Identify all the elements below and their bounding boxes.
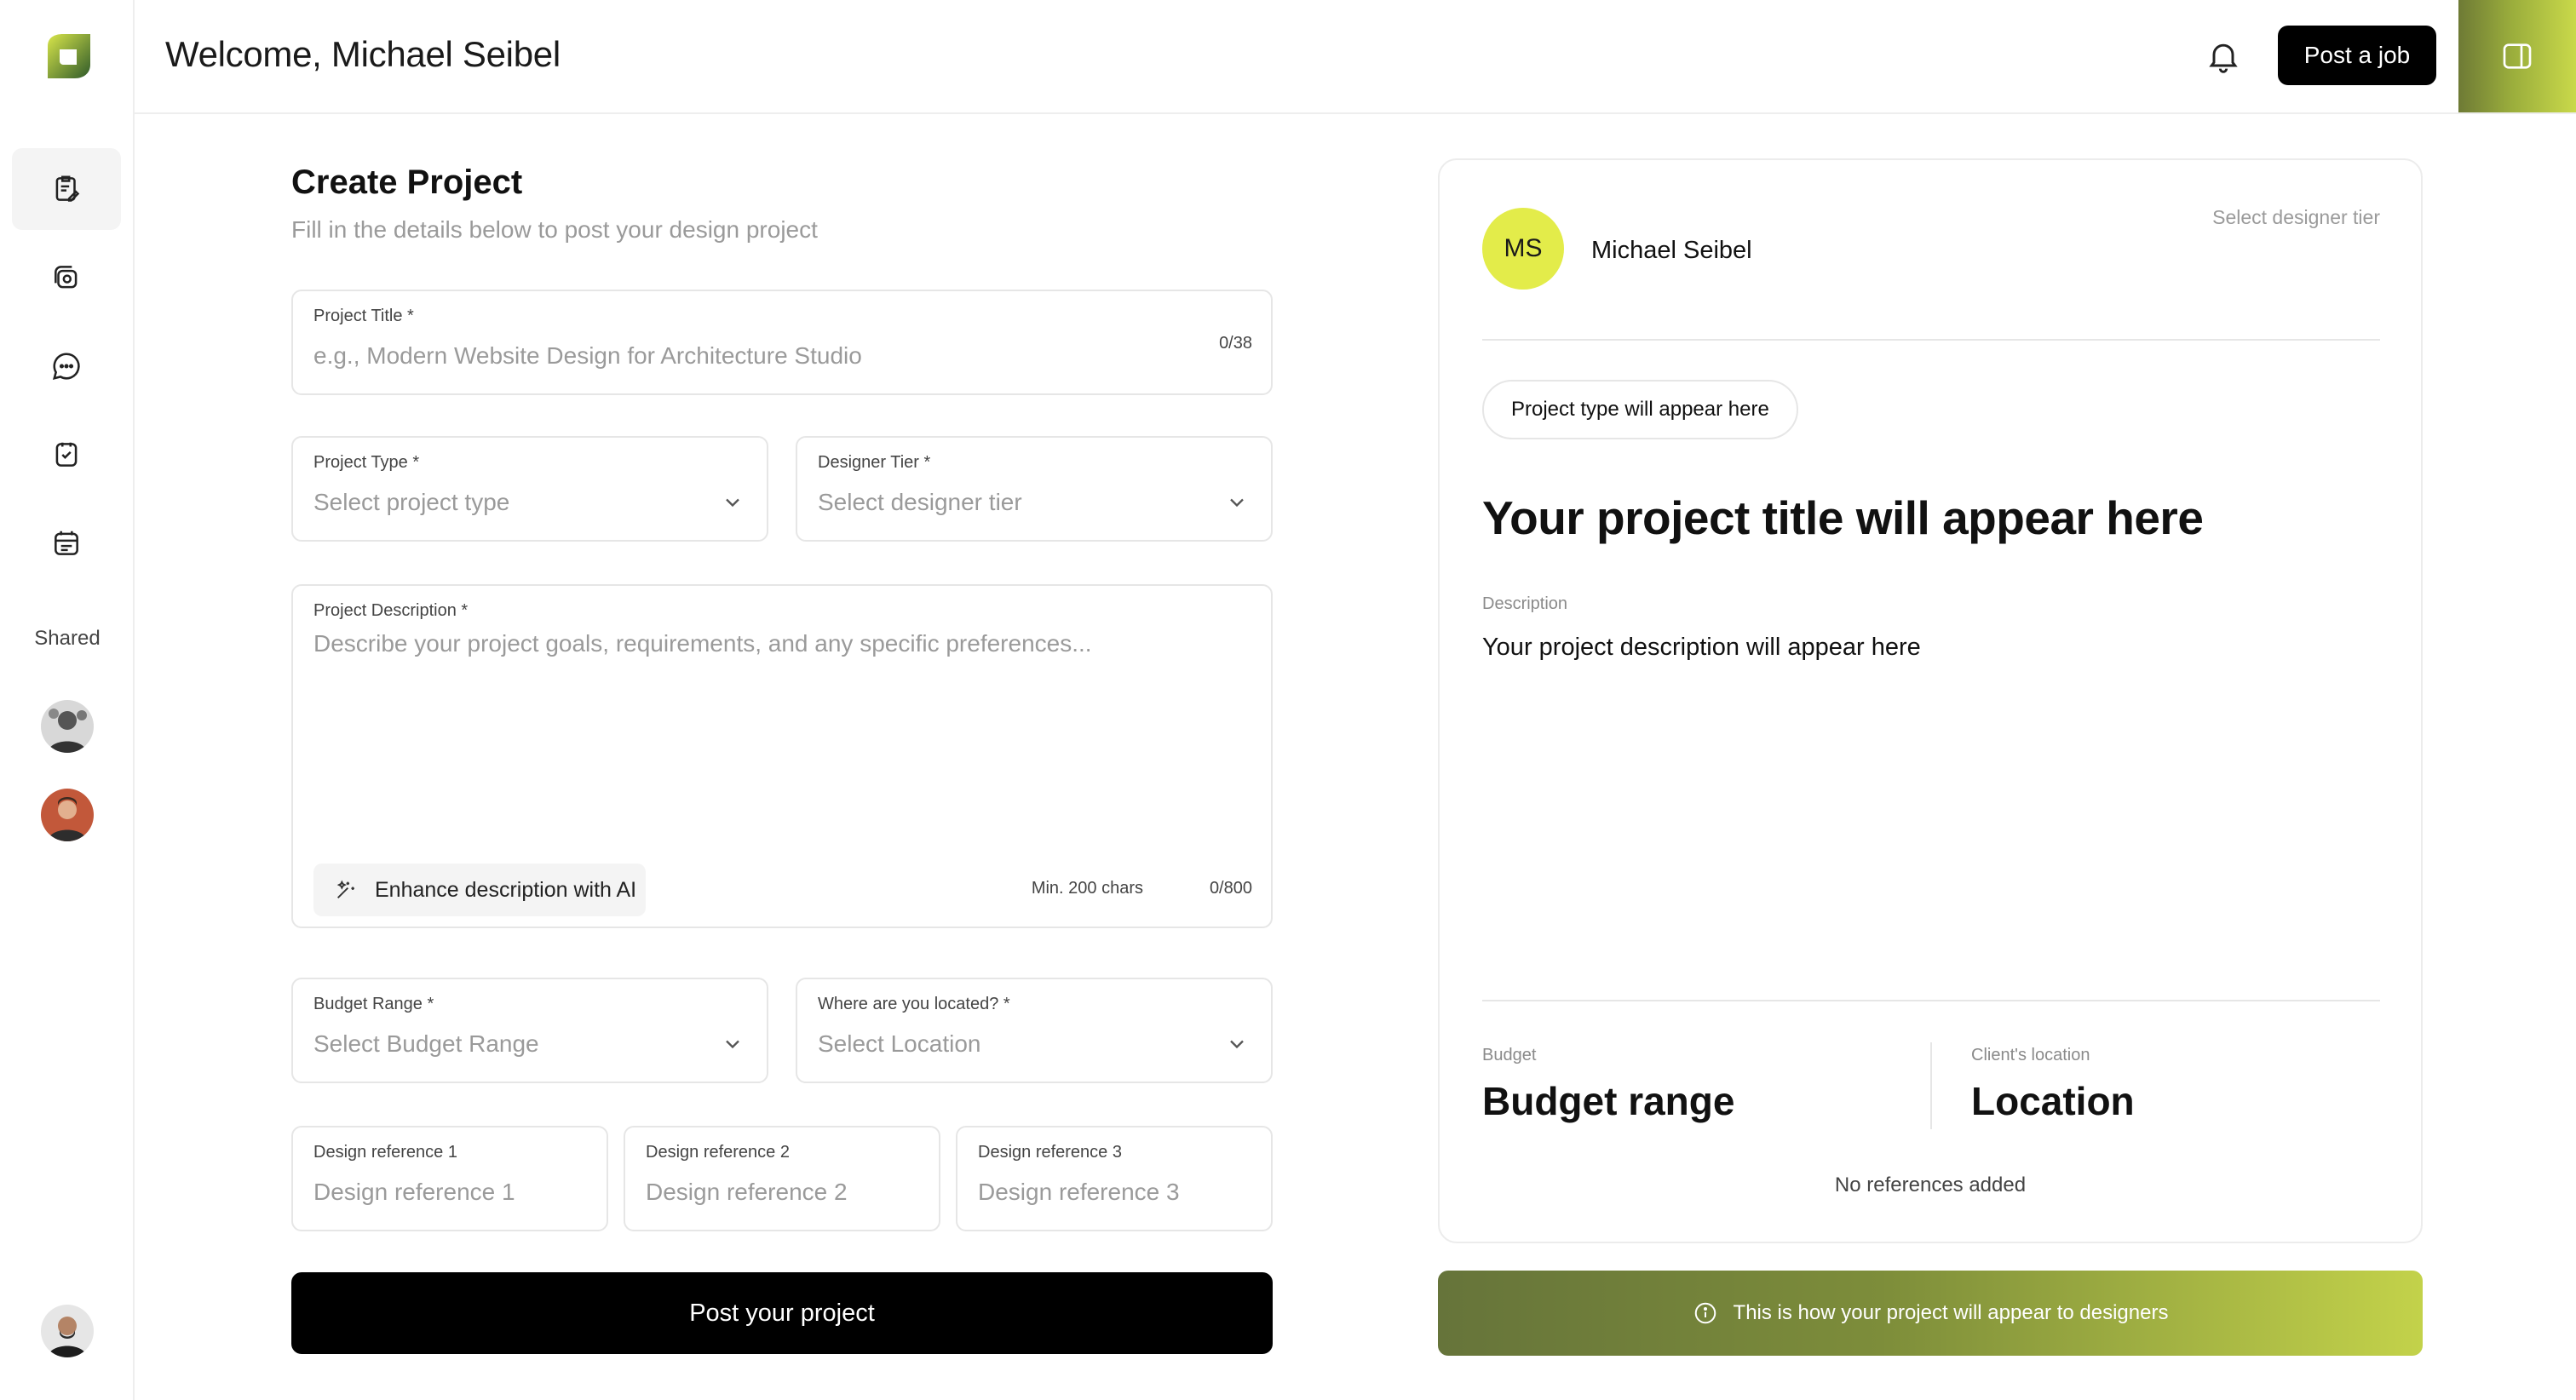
preview-info-banner: This is how your project will appear to … <box>1438 1271 2423 1356</box>
sidebar-item-gallery[interactable] <box>12 237 121 318</box>
project-title-input[interactable]: e.g., Modern Website Design for Architec… <box>313 342 862 370</box>
shared-avatar-1[interactable] <box>41 700 94 753</box>
project-preview-card: MS Michael Seibel Select designer tier P… <box>1438 158 2423 1243</box>
form-title: Create Project <box>291 164 523 201</box>
shared-avatar-2[interactable] <box>41 789 94 841</box>
page-title: Welcome, Michael Seibel <box>165 34 561 74</box>
notifications-button[interactable] <box>2205 37 2242 75</box>
project-title-field[interactable]: Project Title * e.g., Modern Website Des… <box>291 290 1273 395</box>
top-header: Welcome, Michael Seibel Post a job <box>135 0 2576 114</box>
preview-budget: Budget range <box>1482 1079 1735 1123</box>
sidebar-item-calendar[interactable] <box>12 502 121 584</box>
enhance-ai-button[interactable]: Enhance description with AI <box>313 864 646 916</box>
preview-avatar: MS <box>1482 208 1564 290</box>
sidebar-item-projects[interactable] <box>12 148 121 230</box>
preview-location-label: Client's location <box>1971 1046 2090 1064</box>
budget-range-value: Select Budget Range <box>313 1030 539 1057</box>
calendar-list-icon <box>55 531 78 555</box>
location-label: Where are you located? * <box>818 995 1010 1013</box>
preview-description: Your project description will appear her… <box>1482 634 1921 661</box>
preview-divider-top <box>1482 339 2380 341</box>
design-reference-1-input[interactable]: Design reference 1 <box>313 1179 515 1206</box>
sidebar-panel-icon <box>2503 43 2532 69</box>
bell-icon <box>2209 43 2238 73</box>
preview-location: Location <box>1971 1079 2135 1123</box>
preview-description-label: Description <box>1482 594 1568 613</box>
project-type-value: Select project type <box>313 489 510 515</box>
app-root: Shared Welcome, Michael Seibel Post a jo… <box>0 0 2576 1400</box>
preview-references: No references added <box>1834 1173 2027 1196</box>
location-select[interactable]: Where are you located? * Select Location <box>796 978 1273 1083</box>
preview-client-name: Michael Seibel <box>1591 237 1752 264</box>
design-reference-3-field[interactable]: Design reference 3 Design reference 3 <box>956 1126 1273 1231</box>
project-description-input[interactable]: Describe your project goals, requirement… <box>313 630 1092 657</box>
info-icon <box>1694 1302 1716 1324</box>
preview-budget-label: Budget <box>1482 1046 1537 1064</box>
form-subtitle: Fill in the details below to post your d… <box>291 216 818 243</box>
chevron-down-icon <box>726 498 739 508</box>
preview-info-text: This is how your project will appear to … <box>1733 1301 2169 1324</box>
project-type-label: Project Type * <box>313 453 420 472</box>
preview-column-divider <box>1930 1042 1932 1129</box>
project-title-label: Project Title * <box>313 307 414 325</box>
post-job-button[interactable]: Post a job <box>2278 26 2436 85</box>
project-description-field[interactable]: Project Description * Describe your proj… <box>291 584 1273 928</box>
magic-wand-icon <box>336 880 354 898</box>
location-value: Select Location <box>818 1030 981 1057</box>
camera-layers-icon <box>55 266 78 289</box>
design-reference-1-field[interactable]: Design reference 1 Design reference 1 <box>291 1126 608 1231</box>
panel-toggle-button[interactable] <box>2458 0 2576 112</box>
sidebar: Shared <box>0 0 135 1400</box>
designer-tier-value: Select designer tier <box>818 489 1022 515</box>
sidebar-item-messages[interactable] <box>12 325 121 407</box>
description-min-chars: Min. 200 chars <box>1031 879 1143 898</box>
project-type-select[interactable]: Project Type * Select project type <box>291 436 768 542</box>
design-reference-1-label: Design reference 1 <box>313 1143 457 1162</box>
shared-label: Shared <box>34 627 101 650</box>
budget-range-select[interactable]: Budget Range * Select Budget Range <box>291 978 768 1083</box>
designer-tier-label: Designer Tier * <box>818 453 931 472</box>
chevron-down-icon <box>726 1040 739 1049</box>
project-title-counter: 0/38 <box>1219 334 1252 353</box>
post-project-button[interactable]: Post your project <box>291 1272 1273 1354</box>
design-reference-2-label: Design reference 2 <box>646 1143 790 1162</box>
app-logo[interactable] <box>43 31 94 82</box>
design-reference-3-input[interactable]: Design reference 3 <box>978 1179 1180 1206</box>
document-check-icon <box>55 442 78 467</box>
budget-range-label: Budget Range * <box>313 995 434 1013</box>
project-description-label: Project Description * <box>313 601 469 620</box>
sidebar-item-contracts[interactable] <box>12 414 121 496</box>
designer-tier-select[interactable]: Designer Tier * Select designer tier <box>796 436 1273 542</box>
preview-project-type-pill: Project type will appear here <box>1482 380 1798 439</box>
chevron-down-icon <box>1230 1040 1244 1049</box>
chevron-down-icon <box>1230 498 1244 508</box>
design-reference-2-field[interactable]: Design reference 2 Design reference 2 <box>624 1126 940 1231</box>
preview-divider-bottom <box>1482 1000 2380 1001</box>
user-avatar[interactable] <box>41 1305 94 1357</box>
design-reference-3-label: Design reference 3 <box>978 1143 1122 1162</box>
enhance-ai-label: Enhance description with AI <box>375 877 637 902</box>
preview-project-title: Your project title will appear here <box>1482 491 2204 544</box>
description-counter: 0/800 <box>1209 879 1252 898</box>
preview-designer-tier: Select designer tier <box>2212 206 2380 228</box>
chat-bubble-icon <box>52 353 80 381</box>
design-reference-2-input[interactable]: Design reference 2 <box>646 1179 848 1206</box>
clipboard-edit-icon <box>55 175 80 202</box>
